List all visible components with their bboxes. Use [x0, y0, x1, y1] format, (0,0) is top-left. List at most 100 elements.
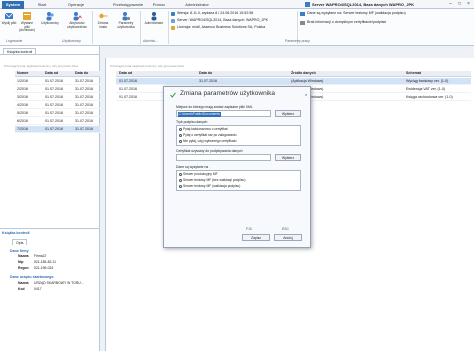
table-cell: 31.07.2016: [75, 127, 93, 131]
column-header[interactable]: Data do: [75, 71, 88, 75]
group-hint: Przeciągnij tutaj nagłówek kolumny, aby …: [4, 64, 79, 68]
group-uzytkownicy: Użytkownicy: [62, 39, 81, 43]
table-cell: 01.07.2016: [45, 95, 63, 99]
tab-system[interactable]: System: [2, 1, 24, 9]
send-option-test-no-validation[interactable]: Serwer testowy MF (bez walidacji podpisu…: [179, 178, 245, 183]
table-cell: 01.07.2016: [45, 127, 63, 131]
field-value: 021-195-024: [34, 266, 54, 270]
path-browse-button[interactable]: Wybierz: [275, 110, 301, 117]
minimize-icon[interactable]: –: [446, 0, 455, 8]
table-row[interactable]: 6/2016 01.07.2016 31.07.2016: [15, 118, 100, 125]
administrator-button[interactable]: Administrator: [142, 11, 166, 26]
column-header[interactable]: Numer: [17, 71, 28, 75]
send-option-production[interactable]: Serwer produkcyjny MF: [179, 172, 218, 177]
certificate-input[interactable]: [176, 154, 271, 161]
table-cell: 31.07.2016: [75, 119, 93, 123]
table-cell: 01.07.2016: [45, 119, 63, 123]
version-info: Wersja: 8.11.0, wydana 8 / 24.08.2016 15…: [177, 11, 254, 15]
user-params-button[interactable]: Parametry użytkownika: [114, 11, 138, 29]
sent-files-button[interactable]: Wysłane pliki (Archiwum): [18, 11, 36, 33]
table-row[interactable]: 1/2016 01.07.2016 31.07.2016: [15, 78, 100, 85]
table-row[interactable]: 4/2016 01.07.2016 31.07.2016: [15, 102, 100, 109]
dialog-title: Zmiana parametrów użytkownika: [180, 90, 276, 97]
server-info: Server: WAPRO4\SQL2014, Baza danych: WAP…: [177, 18, 269, 22]
column-header[interactable]: Data od: [45, 71, 58, 75]
table-cell: 01.07.2016: [119, 87, 137, 91]
group-administrator: Adminis...: [143, 39, 158, 43]
table-cell: 1/2016: [17, 79, 28, 83]
ribbon-divider: [140, 11, 141, 44]
table-cell: 4/2016: [17, 103, 28, 107]
user-activity-button[interactable]: Aktywność użytkowników: [64, 11, 90, 29]
table-row[interactable]: 3/2016 01.07.2016 31.07.2016: [15, 94, 100, 101]
sign-mode-label: Tryb podpisu danych: [176, 120, 208, 124]
office-section-title: Dane urzędu skarbowego: [10, 275, 54, 279]
server-banner: Server WAPRO4\SQL2014, Baza danych WAPRO…: [312, 2, 415, 7]
certificate-browse-button[interactable]: Wybierz: [275, 154, 301, 161]
table-cell: Księga rachunkowa ver. (1-0): [406, 95, 453, 99]
table-row[interactable]: 5/2016 01.07.2016 31.07.2016: [15, 110, 100, 117]
table-cell: 01.07.2016: [45, 87, 63, 91]
users-button[interactable]: Użytkownicy: [40, 11, 60, 26]
table-cell: 31.07.2016: [75, 79, 93, 83]
admin-icon: [151, 12, 157, 21]
database-icon: [171, 19, 175, 23]
table-cell: 5/2016: [17, 111, 28, 115]
table-row[interactable]: 2/2016 01.07.2016 31.07.2016: [15, 86, 100, 93]
column-header[interactable]: Data od: [119, 71, 132, 75]
tab-pomoc[interactable]: Pomoc: [150, 1, 168, 9]
table-row[interactable]: 7/2016 01.07.2016 31.07.2016: [15, 126, 100, 133]
tab-administrator[interactable]: Administrator: [183, 1, 211, 9]
firm-regon-row: Regon 021-195-024: [18, 266, 53, 270]
column-header[interactable]: Data do: [199, 71, 212, 75]
path-input[interactable]: C:\Users\Public\Documents: [176, 110, 271, 117]
column-header[interactable]: Źródło danych: [291, 71, 316, 75]
user-settings-icon: [122, 12, 131, 21]
table-cell: 31.07.2016: [199, 79, 217, 83]
save-button[interactable]: Zapisz: [242, 234, 270, 241]
tab-przeksiegowanie[interactable]: Przeksięgowanie: [108, 1, 148, 9]
tab-opis[interactable]: Opis: [12, 239, 28, 245]
certificate-link[interactable]: Brak informacji o domyślnym certyfikacie…: [307, 20, 386, 24]
firm-nip-row: Nip 521-185-82-11: [18, 260, 56, 264]
sign-option-once[interactable]: Pytaj o certyfikat raz po zalogowaniu: [179, 133, 237, 138]
table-row[interactable]: 01.07.2016 31.07.2016 (Aplikacja Windows) W…: [116, 78, 471, 85]
server-icon: [305, 2, 310, 7]
group-logowanie: Logowanie: [6, 39, 23, 43]
cancel-button[interactable]: Anuluj: [274, 234, 302, 241]
maximize-icon[interactable]: □: [455, 0, 464, 8]
license-icon: [171, 26, 175, 30]
send-icon: [4, 12, 14, 19]
send-files-button[interactable]: Wyślij pliki: [1, 11, 17, 26]
firm-name-row: Nazwa FirmaJ2: [18, 254, 46, 258]
table-cell: 6/2016: [17, 119, 28, 123]
change-password-button[interactable]: Zmiana hasła: [94, 11, 112, 29]
send-target-link[interactable]: Dane są wysyłane na: Serwer testowy MF (…: [307, 11, 406, 15]
table-cell: (Aplikacja Windows): [291, 79, 324, 83]
field-label: Regon: [18, 266, 29, 270]
user-params-label: Parametry użytkownika: [117, 21, 135, 29]
dialog-close-icon[interactable]: ×: [305, 92, 307, 97]
table-cell: Ewidencja VAT ver. (1-0): [406, 87, 446, 91]
certificate-label: Certyfikat używany do podpisywania danyc…: [176, 149, 243, 153]
divider: [0, 54, 100, 55]
radio-icon: [179, 184, 182, 188]
sign-option-each[interactable]: Pytaj każdorazowo o certyfikat: [179, 127, 228, 132]
sign-option-selected[interactable]: Nie pytaj, użyj wybranego certyfikatu: [179, 139, 237, 144]
table-header: Numer Data od Data do: [15, 71, 100, 77]
column-header[interactable]: Schemat: [406, 71, 421, 75]
title-bar: System Start Operacje Przeksięgowanie Po…: [0, 0, 474, 9]
radio-icon: [179, 127, 182, 131]
table-cell: 31.07.2016: [75, 95, 93, 99]
field-label: Kod: [18, 287, 25, 291]
users-icon: [46, 12, 54, 21]
table-cell: 31.07.2016: [75, 103, 93, 107]
table-cell: 01.07.2016: [119, 79, 137, 83]
details-title: Książka kontroli: [2, 231, 30, 235]
tab-operacje[interactable]: Operacje: [62, 1, 90, 9]
send-option-test-validation[interactable]: Serwer testowy MF (walidacja podpisu): [179, 184, 240, 189]
close-icon[interactable]: ×: [464, 0, 473, 8]
ribbon-divider: [92, 11, 93, 44]
tab-start[interactable]: Start: [32, 1, 52, 9]
option-label: Nie pytaj, użyj wybranego certyfikatu: [183, 139, 237, 143]
